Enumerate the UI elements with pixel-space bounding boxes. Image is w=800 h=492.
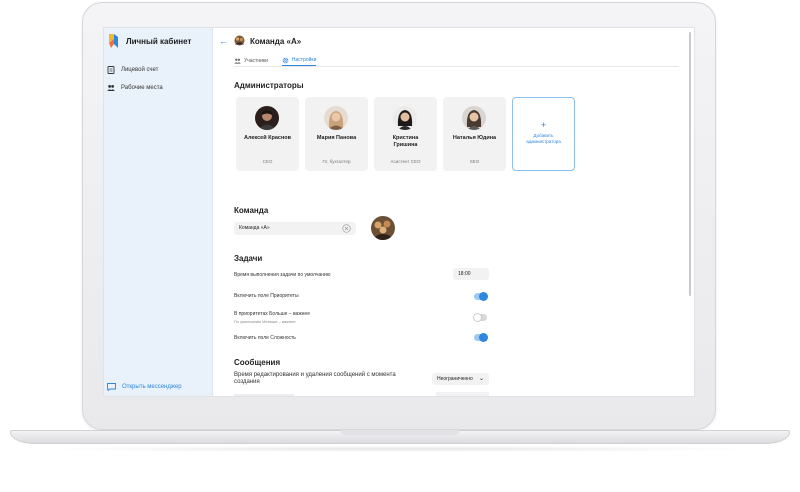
avatar [324,106,348,130]
default-time-input[interactable]: 18:00 [453,268,489,280]
tab-settings[interactable]: Настройки [281,55,317,66]
team-name-input[interactable]: Команда «А» [234,222,356,235]
toggle-knob [479,333,488,342]
admin-card[interactable]: Алексей Краснов CEO [236,97,299,171]
admin-name: Алексей Краснов [243,135,292,141]
admin-role: Асистент CEO [390,159,421,164]
complexity-label: Включить поле Сложность [234,335,296,341]
gear-icon [282,57,289,63]
cutoff-row [234,394,294,396]
tasks-heading: Задачи [234,254,263,263]
main-content: ← Команда «А» Участники Настройки Админи… [214,28,686,396]
priority-order-label: В приоритетах Больше – важнее [234,311,310,317]
avatar [393,106,417,130]
sidebar-item-account[interactable]: Лицевой счет [107,66,158,74]
messenger-label: Открыть мессенджер [122,384,182,390]
admin-card[interactable]: Мария Панова Гл. бухгалтер [305,97,368,171]
messages-heading: Сообщения [234,358,281,367]
open-messenger-button[interactable]: Открыть мессенджер [107,383,182,391]
chat-icon [107,383,116,391]
sidebar-item-label: Рабочие места [121,85,163,91]
back-arrow-icon[interactable]: ← [219,36,228,46]
edit-time-value: Неограниченно [437,376,473,382]
cutoff-field [436,392,489,396]
priorities-toggle[interactable] [474,292,488,301]
page-title: Команда «А» [250,37,302,46]
toggle-knob [479,292,488,301]
admins-heading: Администраторы [234,81,304,90]
clear-icon[interactable] [342,224,351,233]
edit-time-select[interactable]: Неограниченно ⌄ [432,373,489,385]
tab-label: Настройки [291,57,317,63]
avatar [462,106,486,130]
priority-order-sub: По умолчанию Меньше – важнее [234,319,296,324]
laptop-notch [340,430,460,435]
team-avatar[interactable] [371,216,395,240]
admin-role: CEO [262,159,273,164]
admin-card[interactable]: Кристина Гришина Асистент CEO [374,97,437,171]
admin-role: Гл. бухгалтер [322,159,351,164]
tab-members[interactable]: Участники [234,55,268,66]
users-icon [107,85,115,91]
sidebar: Личный кабинет Лицевой счет Рабочие мест… [104,28,213,396]
admin-name: Наталья Юдина [452,135,497,141]
tab-bar: Участники Настройки [234,55,317,66]
add-admin-label: Добавить администратора [526,133,561,144]
document-icon [107,66,115,74]
toggle-knob [473,313,482,322]
team-heading: Команда [234,206,269,215]
tab-label: Участники [244,57,268,64]
chevron-down-icon: ⌄ [478,376,484,382]
priority-order-toggle[interactable] [473,313,487,322]
priorities-label: Включить поле Приоритеты [234,293,299,299]
plus-icon: + [540,120,547,130]
tabs-divider [234,66,679,67]
admin-role: SEO [469,159,480,164]
add-admin-button[interactable]: + Добавить администратора [512,97,575,171]
team-icon [234,35,245,46]
admin-name: Кристина Гришина [392,135,419,148]
app-title: Личный кабинет [126,37,192,46]
admin-card[interactable]: Наталья Юдина SEO [443,97,506,171]
users-icon [234,58,241,64]
sidebar-item-workplaces[interactable]: Рабочие места [107,84,163,92]
default-time-label: Время выполнения задачи по умолчанию [234,272,331,278]
complexity-toggle[interactable] [474,333,488,342]
screen: Личный кабинет Лицевой счет Рабочие мест… [103,27,695,397]
admin-name: Мария Панова [316,135,357,141]
sidebar-item-label: Лицевой счет [121,67,159,73]
laptop-shadow [30,446,770,452]
avatar [255,106,279,130]
edit-time-label: Время редактирования и удаления сообщени… [234,372,396,385]
scrollbar-thumb[interactable] [689,32,691,296]
app-logo-icon [109,34,118,48]
